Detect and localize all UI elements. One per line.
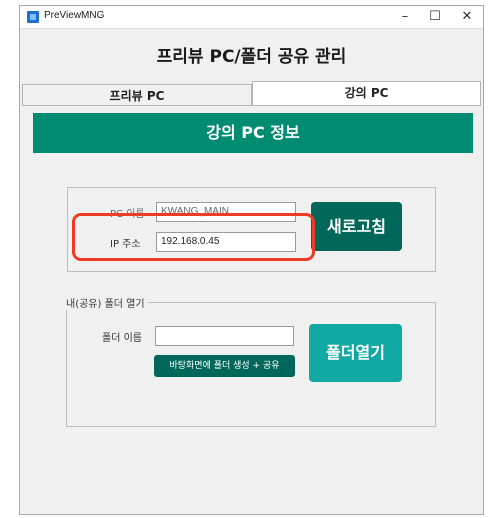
main-title: 프리뷰 PC/폴더 공유 관리 bbox=[156, 47, 347, 67]
app-icon bbox=[27, 11, 39, 23]
title-bar[interactable]: PreViewMNG – ☐ ✕ bbox=[20, 6, 483, 29]
tab-panel-lecture-pc: 강의 PC 정보 PC 이름 KWANG_MAIN IP 주소 192.168.… bbox=[22, 105, 481, 514]
highlight-annotation bbox=[72, 213, 315, 261]
create-share-folder-button[interactable]: 바탕화면에 폴더 생성 + 공유 bbox=[154, 355, 295, 377]
open-folder-button[interactable]: 폴더열기 bbox=[309, 324, 402, 382]
close-button[interactable]: ✕ bbox=[452, 7, 482, 27]
refresh-button[interactable]: 새로고침 bbox=[311, 202, 402, 251]
folder-name-label: 폴더 이름 bbox=[102, 333, 142, 344]
window-title: PreViewMNG bbox=[44, 10, 105, 21]
maximize-button[interactable]: ☐ bbox=[420, 7, 450, 27]
minimize-button[interactable]: – bbox=[390, 7, 420, 27]
tab-preview-pc[interactable]: 프리뷰 PC bbox=[22, 84, 252, 106]
tab-lecture-pc[interactable]: 강의 PC bbox=[252, 81, 481, 105]
app-window: PreViewMNG – ☐ ✕ 프리뷰 PC/폴더 공유 관리 프리뷰 PC … bbox=[19, 5, 484, 515]
section-header: 강의 PC 정보 bbox=[33, 113, 473, 153]
folder-group-legend: 내(공유) 폴더 열기 bbox=[66, 295, 148, 310]
folder-name-input[interactable] bbox=[155, 326, 294, 346]
